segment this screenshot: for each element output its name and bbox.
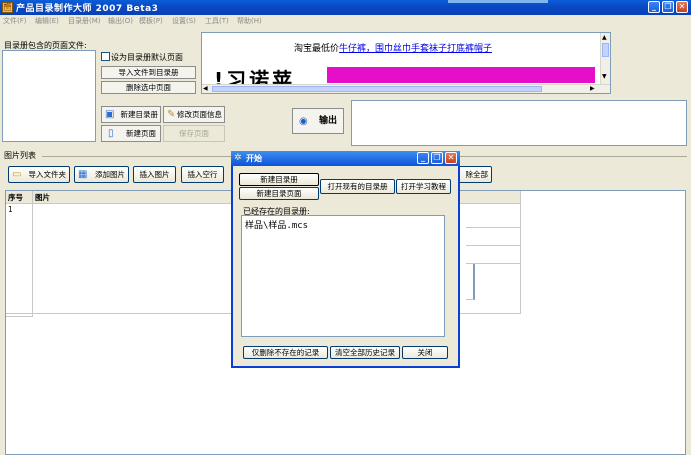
images-section-label: 图片列表 <box>4 151 36 160</box>
scroll-up-icon[interactable]: ▲ <box>602 34 607 41</box>
dialog-delete-missing-button[interactable]: 仅删除不存在的记录 <box>243 346 328 359</box>
pages-list[interactable] <box>2 50 96 142</box>
titlebar-highlight <box>448 0 548 3</box>
menu-output[interactable]: 输出(O) <box>108 16 133 26</box>
v-scroll-thumb[interactable] <box>602 43 609 57</box>
dialog-existing-list[interactable]: 样品\样品.mcs <box>241 215 445 337</box>
output-icon: ◉ <box>299 116 308 127</box>
grid-cell-right-1[interactable] <box>466 210 521 228</box>
import-folder-button[interactable]: ▭ 导入文件夹 <box>8 166 70 183</box>
ad-link[interactable]: 牛仔裤，围巾丝巾手套袜子打底裤帽子 <box>339 44 492 54</box>
dialog-title: 开始 <box>246 154 262 163</box>
dialog-close-action-button[interactable]: 关闭 <box>402 346 448 359</box>
menu-file[interactable]: 文件(F) <box>3 16 27 26</box>
table-row-index[interactable]: 1 <box>6 204 33 314</box>
ad-vertical-scrollbar[interactable]: ▲ ▼ <box>600 33 610 84</box>
new-page-icon: ▯ <box>108 128 114 139</box>
edit-page-icon: ✎ <box>167 109 176 120</box>
dialog-minimize-button[interactable]: _ <box>417 152 429 164</box>
menu-help[interactable]: 帮助(H) <box>237 16 262 26</box>
default-page-checkbox-label: 设为目录册默认页面 <box>111 53 183 62</box>
dialog-new-catalog-button[interactable]: 新建目录册 <box>239 173 319 186</box>
menu-settings[interactable]: 设置(S) <box>172 16 196 26</box>
add-image-label: 添加图片 <box>95 170 125 179</box>
ad-prefix: 淘宝最低价 <box>294 44 340 54</box>
menu-bar: 文件(F) 编辑(E) 目录册(M) 输出(O) 模板(P) 设置(S) 工具(… <box>0 15 691 26</box>
image-icon: ▦ <box>78 169 88 180</box>
grid-cell-right-3[interactable] <box>466 246 521 264</box>
ad-browser[interactable]: 淘宝最低价牛仔裤，围巾丝巾手套袜子打底裤帽子 !习诺苹 ◀ ▶ ▲ ▼ <box>201 32 611 94</box>
existing-catalog-item[interactable]: 样品\样品.mcs <box>245 218 441 231</box>
new-page-label: 新建页面 <box>126 129 156 138</box>
menu-tools[interactable]: 工具(T) <box>205 16 229 26</box>
window-titlebar: 🗃 产品目录制作大师 2007 Beta3 _ ❐ ✕ <box>0 0 691 15</box>
grid-cell-right-2[interactable] <box>466 228 521 246</box>
folder-icon: ▭ <box>12 169 22 180</box>
save-page-button[interactable]: 保存页面 <box>163 125 225 142</box>
window-title: 产品目录制作大师 2007 Beta3 <box>16 4 159 14</box>
column-header-index[interactable]: 序号 <box>6 191 33 204</box>
delete-selected-page-button[interactable]: 删除选中页面 <box>101 81 196 94</box>
import-folder-label: 导入文件夹 <box>28 170 67 179</box>
dialog-close-button[interactable]: ✕ <box>445 152 457 164</box>
menu-template[interactable]: 模板(P) <box>139 16 163 26</box>
scroll-thumb[interactable] <box>212 86 542 92</box>
dialog-open-existing-button[interactable]: 打开现有的目录册 <box>320 179 395 194</box>
output-button[interactable]: ◉ 输出 <box>292 108 344 134</box>
import-file-button[interactable]: 导入文件到目录册 <box>101 66 196 79</box>
new-catalog-label: 新建目录册 <box>120 110 159 119</box>
ad-banner-magenta[interactable] <box>327 67 595 83</box>
scroll-down-icon[interactable]: ▼ <box>602 73 607 80</box>
dialog-open-tutorial-button[interactable]: 打开学习教程 <box>396 179 451 194</box>
restore-button[interactable]: ❐ <box>662 1 674 13</box>
scroll-right-icon[interactable]: ▶ <box>590 85 595 92</box>
menu-catalog[interactable]: 目录册(M) <box>68 16 101 26</box>
dialog-star-icon: ✲ <box>234 153 242 163</box>
dialog-new-catalog-page-button[interactable]: 新建目录页面 <box>239 187 319 200</box>
ad-horizontal-scrollbar[interactable]: ◀ ▶ <box>202 84 610 93</box>
ad-text: 淘宝最低价牛仔裤，围巾丝巾手套袜子打底裤帽子 <box>294 41 492 54</box>
add-image-button[interactable]: ▦ 添加图片 <box>74 166 129 183</box>
output-label: 输出 <box>318 116 337 126</box>
dialog-restore-button[interactable]: ❐ <box>431 152 443 164</box>
scroll-left-icon[interactable]: ◀ <box>203 85 208 92</box>
app-icon: 🗃 <box>2 2 13 13</box>
new-page-button[interactable]: ▯ 新建页面 <box>101 125 161 142</box>
default-page-checkbox[interactable] <box>101 52 110 61</box>
table-row-divider <box>6 314 33 317</box>
start-dialog-titlebar: ✲ 开始 _ ❐ ✕ <box>231 151 460 166</box>
edit-page-info-label: 修改页面信息 <box>177 110 222 119</box>
new-catalog-button[interactable]: ▣ 新建目录册 <box>101 106 161 123</box>
dialog-clear-history-button[interactable]: 清空全部历史记录 <box>330 346 400 359</box>
insert-blank-button[interactable]: 插入空行 <box>181 166 224 183</box>
grid-cell-right-scroll[interactable] <box>466 264 475 300</box>
close-button[interactable]: ✕ <box>676 1 688 13</box>
minimize-button[interactable]: _ <box>648 1 660 13</box>
insert-image-button[interactable]: 插入图片 <box>133 166 176 183</box>
info-box <box>351 100 687 146</box>
edit-page-info-button[interactable]: ✎ 修改页面信息 <box>163 106 225 123</box>
new-catalog-icon: ▣ <box>105 109 115 120</box>
menu-edit[interactable]: 编辑(E) <box>35 16 59 26</box>
